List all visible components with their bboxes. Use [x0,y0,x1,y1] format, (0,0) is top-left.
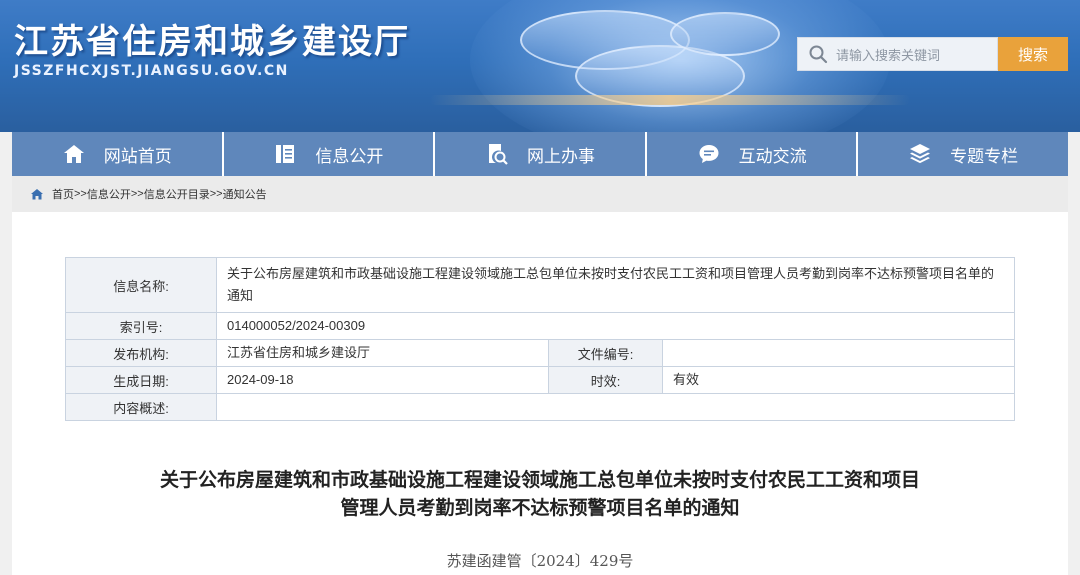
nav-item-label: 信息公开 [315,146,384,166]
nav-item-home[interactable]: 网站首页 [12,132,224,176]
header-banner: 江苏省住房和城乡建设厅 JSSZFHCXJST.JIANGSU.GOV.CN 请… [0,0,1080,132]
nav-item-label: 网站首页 [103,146,172,166]
date-label: 生成日期: [65,366,217,394]
document-title-line: 管理人员考勤到岗率不达标预警项目名单的通知 [340,498,740,519]
document-number: 苏建函建管〔2024〕429号 [446,552,634,570]
content-panel: 信息名称: 关于公布房屋建筑和市政基础设施工程建设领域施工总包单位未按时支付农民… [12,212,1068,575]
banner-light-stripe [430,95,910,105]
file-number-value [662,339,1015,367]
search-input[interactable]: 请输入搜索关键词 [797,37,998,71]
nav-item-info-disclosure[interactable]: 信息公开 [224,132,436,176]
breadcrumb: 首页 >> 信息公开 >> 信息公开目录 >> 通知公告 [12,176,1068,212]
search-placeholder: 请输入搜索关键词 [836,47,941,63]
index-number-label: 索引号: [65,312,217,340]
breadcrumb-separator: >> [130,188,144,200]
nav-item-special-topics[interactable]: 专题专栏 [858,132,1068,176]
stadium-illustration [670,12,780,56]
layers-icon [910,144,931,164]
summary-value [216,393,1015,421]
nav-item-online-service[interactable]: 网上办事 [435,132,647,176]
publisher-label: 发布机构: [65,339,217,367]
validity-value: 有效 [662,366,1015,394]
nav-item-label: 专题专栏 [950,146,1019,166]
index-number-value: 014000052/2024-00309 [216,312,1015,340]
search-icon [809,45,828,64]
main-nav: 网站首页 信息公开 网上办事 互动交流 专题专栏 [12,132,1068,176]
document-title-line: 关于公布房屋建筑和市政基础设施工程建设领域施工总包单位未按时支付农民工工资和项目 [159,470,920,491]
nav-item-label: 网上办事 [526,146,595,166]
file-number-label: 文件编号: [548,339,663,367]
search-doc-icon [488,144,508,165]
search-button[interactable]: 搜索 [998,37,1068,71]
home-icon [63,145,84,163]
validity-label: 时效: [548,366,663,394]
breadcrumb-item-info-catalog[interactable]: 信息公开目录 [144,186,210,202]
site-title[interactable]: 江苏省住房和城乡建设厅 [14,14,410,63]
breadcrumb-item-info-disclosure[interactable]: 信息公开 [87,186,131,202]
breadcrumb-separator: >> [74,188,87,200]
info-table: 信息名称: 关于公布房屋建筑和市政基础设施工程建设领域施工总包单位未按时支付农民… [65,257,1015,421]
site-url: JSSZFHCXJST.JIANGSU.GOV.CN [14,63,289,79]
info-name-value: 关于公布房屋建筑和市政基础设施工程建设领域施工总包单位未按时支付农民工工资和项目… [216,257,1015,313]
breadcrumb-item-home[interactable]: 首页 [52,186,74,202]
nav-item-interaction[interactable]: 互动交流 [647,132,859,176]
chat-icon [699,145,719,163]
breadcrumb-item-notices[interactable]: 通知公告 [223,186,267,202]
summary-label: 内容概述: [65,393,217,421]
date-value: 2024-09-18 [216,366,549,394]
info-name-label: 信息名称: [65,257,217,313]
document-title: 关于公布房屋建筑和市政基础设施工程建设领域施工总包单位未按时支付农民工工资和项目… [12,467,1068,523]
breadcrumb-separator: >> [209,188,223,200]
document-icon [276,145,295,163]
publisher-value: 江苏省住房和城乡建设厅 [216,339,549,367]
home-icon [31,189,43,200]
nav-item-label: 互动交流 [738,146,807,166]
